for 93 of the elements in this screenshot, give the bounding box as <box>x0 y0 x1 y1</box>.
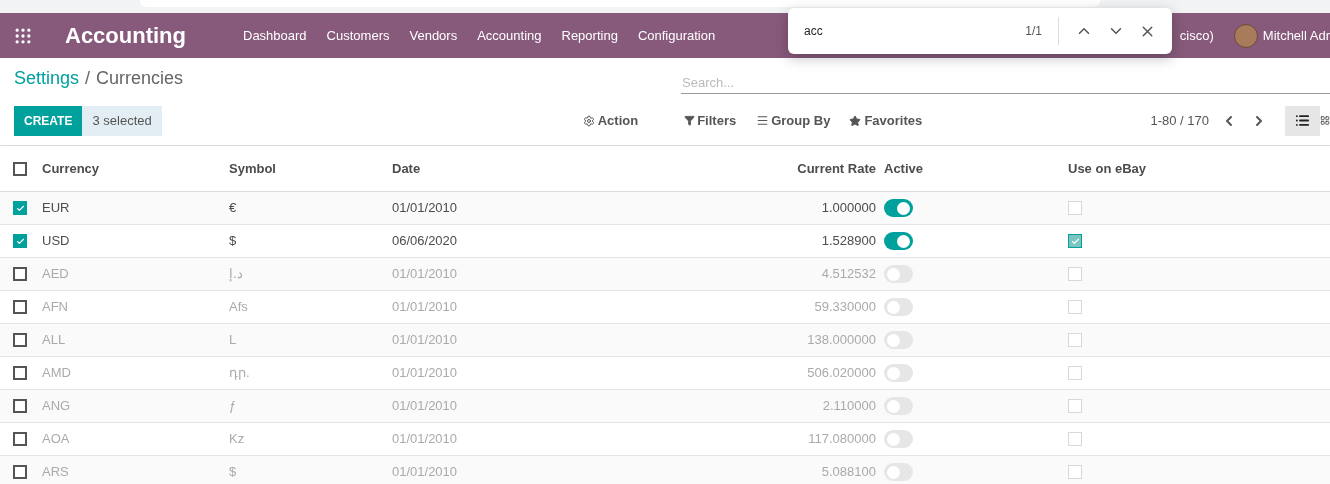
column-header[interactable]: Symbol <box>229 158 392 179</box>
checkbox[interactable] <box>13 333 27 347</box>
breadcrumb-current: Currencies <box>96 67 184 90</box>
user-name[interactable]: Mitchell Adr <box>1262 25 1330 46</box>
table-cell-text: 06/06/2020 <box>392 232 459 251</box>
table-cell-text: 01/01/2010 <box>392 265 459 284</box>
table-cell-text: AOA <box>42 430 71 449</box>
table-cell-text: USD <box>42 232 71 251</box>
table-cell-text: 01/01/2010 <box>392 331 459 350</box>
toggle-switch[interactable] <box>884 430 913 448</box>
table-cell-text: $ <box>229 463 238 482</box>
column-header[interactable]: Currency <box>42 158 229 179</box>
table-cell-text: 01/01/2010 <box>392 199 459 218</box>
table-cell-text: AED <box>42 265 70 284</box>
action-button[interactable]: Action <box>582 110 639 131</box>
table-cell-text: դր. <box>229 364 251 383</box>
table-cell-text: ƒ <box>229 397 238 416</box>
list-view-button[interactable] <box>1285 105 1320 136</box>
table-cell-text: ARS <box>42 463 70 482</box>
table-cell-text: 01/01/2010 <box>392 364 459 383</box>
checkbox[interactable] <box>13 399 27 413</box>
checkbox[interactable] <box>13 234 27 248</box>
column-header[interactable]: Use on eBay <box>1068 158 1147 179</box>
table-cell-text: Kz <box>229 430 246 449</box>
menu-item[interactable]: Dashboard <box>243 25 307 46</box>
toggle-switch[interactable] <box>884 232 913 250</box>
table-cell-text: AFN <box>42 298 69 317</box>
table-cell-text: € <box>229 199 238 218</box>
menu-item[interactable]: Accounting <box>477 25 542 46</box>
table-cell-text: 01/01/2010 <box>392 298 459 317</box>
favorites-button[interactable]: Favorites <box>849 110 923 131</box>
toggle-switch[interactable] <box>884 265 913 283</box>
check-icon <box>15 236 25 246</box>
toggle-switch[interactable] <box>884 298 913 316</box>
menu-item[interactable]: Customers <box>326 25 390 46</box>
toggle-switch[interactable] <box>884 199 913 217</box>
table-cell-text: ALL <box>42 331 67 350</box>
column-header[interactable]: Current Rate <box>692 158 876 179</box>
table-cell-text: ANG <box>42 397 72 416</box>
breadcrumb-separator: / <box>85 67 91 90</box>
pager: 1-80 / 170 <box>1150 111 1209 130</box>
table-cell-text: 01/01/2010 <box>392 463 459 482</box>
toggle-switch[interactable] <box>884 364 913 382</box>
find-input[interactable]: acc <box>804 22 1004 40</box>
table-cell-text: 5.088100 <box>820 463 876 482</box>
table-cell-text: 4.512532 <box>820 265 876 284</box>
column-header[interactable]: Active <box>884 158 1068 179</box>
toggle-switch[interactable] <box>884 397 913 415</box>
gear-icon <box>582 114 595 127</box>
check-icon <box>1070 236 1080 246</box>
table-cell-text: 138.000000 <box>806 331 876 350</box>
toggle-switch[interactable] <box>884 463 913 481</box>
checkbox[interactable] <box>13 432 27 446</box>
user-avatar[interactable] <box>1233 23 1258 48</box>
company-name[interactable]: cisco) <box>1179 25 1214 46</box>
menu-item[interactable]: Reporting <box>561 25 618 46</box>
star-icon <box>849 114 862 127</box>
check-icon <box>15 203 25 213</box>
table-cell-text: L <box>229 331 238 350</box>
checkbox[interactable] <box>13 300 27 314</box>
match-count: 1/1 <box>1025 23 1042 40</box>
table-cell-text: 506.020000 <box>806 364 876 383</box>
table-cell-text: EUR <box>42 199 71 218</box>
column-header[interactable]: Date <box>392 158 692 179</box>
list-icon <box>1295 113 1310 128</box>
table-cell-text: 1.528900 <box>820 232 876 251</box>
table-cell-text: $ <box>229 232 238 251</box>
checkbox[interactable] <box>13 366 27 380</box>
menu-item[interactable]: Configuration <box>637 25 716 46</box>
table-cell-text: 1.000000 <box>820 199 876 218</box>
table-cell-text: Afs <box>229 298 249 317</box>
table-cell-text: 2.110000 <box>821 397 876 416</box>
app-title: Accounting <box>65 22 186 50</box>
table-cell-text: 01/01/2010 <box>392 397 459 416</box>
selected-count: 3 selected <box>82 105 162 136</box>
checkbox[interactable] <box>13 465 27 479</box>
filter-icon <box>684 115 696 126</box>
filters-button[interactable]: Filters <box>684 110 737 131</box>
table-cell-text: د.إ <box>229 265 244 284</box>
table-cell-text: 01/01/2010 <box>392 430 459 449</box>
table-cell-text: AMD <box>42 364 72 383</box>
checkbox[interactable] <box>13 161 27 176</box>
grid-icon <box>1320 114 1330 127</box>
lines-icon <box>756 114 770 127</box>
menu-item[interactable]: Vendors <box>409 25 458 46</box>
search-field[interactable]: Search... <box>681 72 1330 94</box>
checkbox[interactable] <box>13 267 27 281</box>
table-cell-text: 59.330000 <box>813 298 876 317</box>
checkbox[interactable] <box>1068 234 1082 248</box>
checkbox[interactable] <box>13 201 27 215</box>
table-cell-text: 117.080000 <box>807 430 876 449</box>
group-by-button[interactable]: Group By <box>756 110 831 131</box>
toggle-switch[interactable] <box>884 331 913 349</box>
